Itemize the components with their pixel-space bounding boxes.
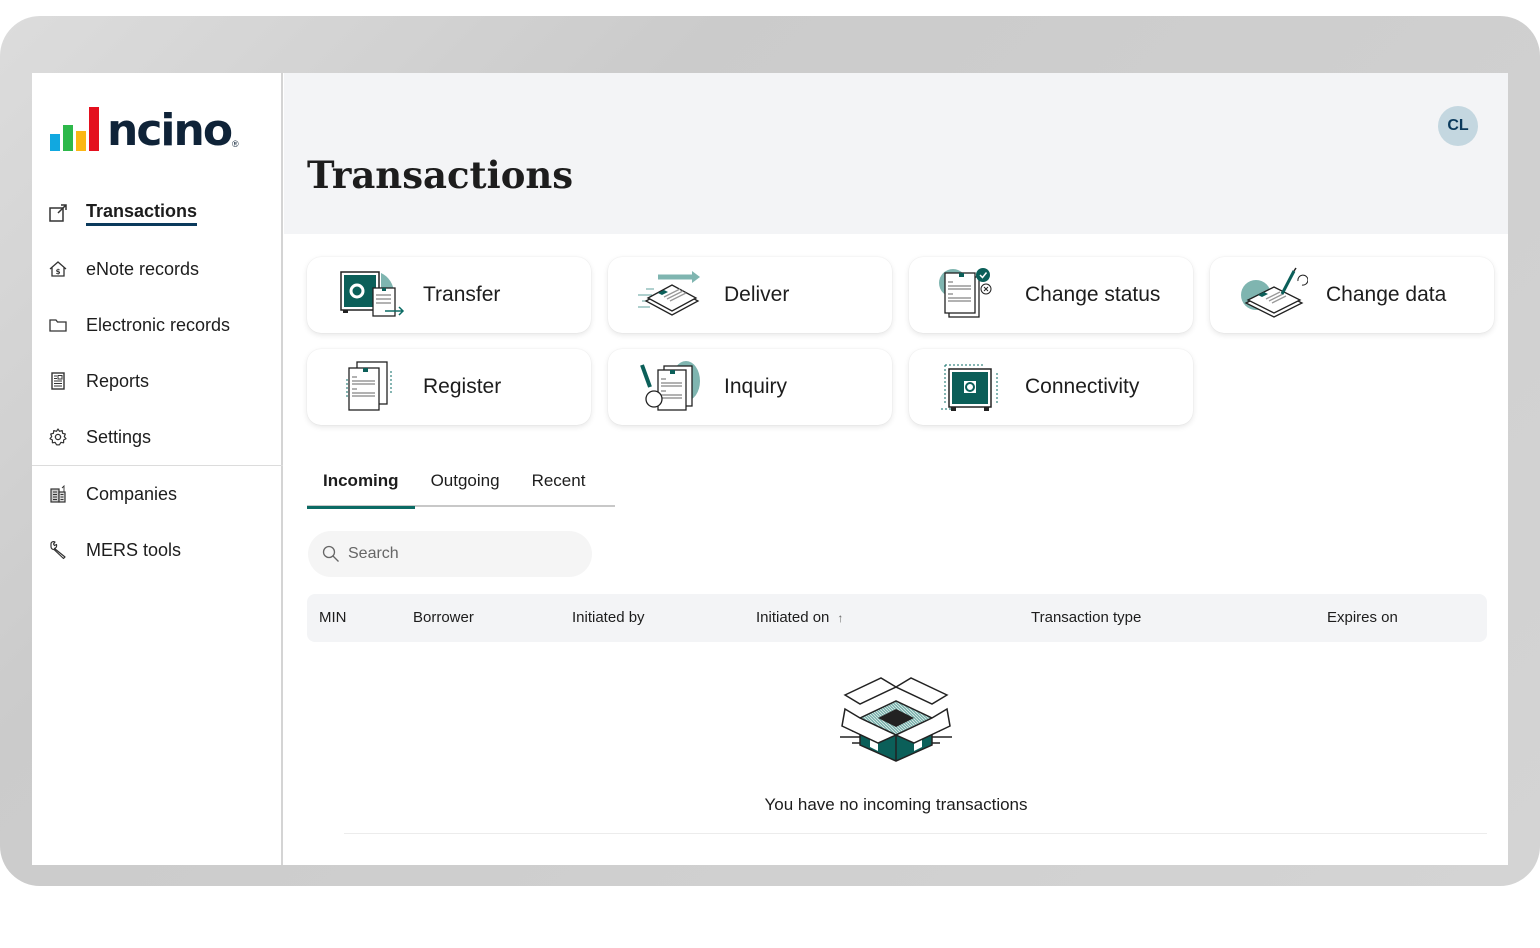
sidebar-item-label: Companies [86, 483, 178, 504]
change-data-icon [1241, 267, 1308, 318]
sidebar-nav: Transactions $ eNote records Electronic … [32, 185, 283, 578]
column-header-borrower[interactable]: Borrower [413, 594, 474, 642]
inquiry-card[interactable]: Inquiry [608, 349, 892, 425]
house-dollar-icon: $ [48, 259, 68, 279]
sidebar-item-label: Settings [86, 426, 152, 447]
change-status-icon [939, 268, 992, 318]
column-header-transaction-type[interactable]: Transaction type [1031, 594, 1141, 642]
column-header-initiated-by[interactable]: Initiated by [572, 594, 645, 642]
sidebar-item-label: MERS tools [86, 539, 182, 560]
transfer-card[interactable]: Transfer [307, 257, 591, 333]
logo-bar-yellow [76, 131, 86, 151]
svg-text:$: $ [56, 268, 61, 276]
sidebar-item-reports[interactable]: Reports [32, 353, 283, 409]
table-bottom-divider [344, 833, 1487, 834]
sidebar-item-label: Electronic records [86, 314, 231, 335]
sidebar-item-electronic-records[interactable]: Electronic records [32, 297, 283, 353]
register-document-icon [346, 361, 392, 411]
logo-bar-green [63, 125, 73, 151]
card-label: Register [423, 375, 502, 398]
deliver-card[interactable]: Deliver [608, 257, 892, 333]
tab-incoming[interactable]: Incoming [307, 465, 415, 509]
search-icon [322, 545, 339, 562]
sidebar-item-mers-tools[interactable]: MERS tools [32, 522, 283, 578]
sidebar: ncino ® Transactions $ eNote records Ele… [32, 73, 283, 865]
inquiry-magnifier-icon [640, 361, 700, 411]
ncino-logo[interactable]: ncino ® [50, 105, 239, 156]
logo-bar-blue [50, 134, 60, 151]
gear-icon [48, 427, 68, 447]
deliver-document-icon [638, 271, 700, 316]
sidebar-item-settings[interactable]: Settings [32, 409, 283, 465]
search-input[interactable] [348, 545, 568, 563]
column-header-initiated-on[interactable]: Initiated on ↑ [756, 594, 843, 642]
sidebar-item-enote-records[interactable]: $ eNote records [32, 241, 283, 297]
change-status-card[interactable]: Change status [909, 257, 1193, 333]
sidebar-item-label: eNote records [86, 258, 200, 279]
vault-transfer-icon [340, 271, 405, 317]
logo-bar-red [89, 107, 99, 151]
external-link-icon [48, 203, 68, 223]
tab-outgoing[interactable]: Outgoing [415, 465, 516, 507]
sidebar-item-label: Transactions [86, 201, 198, 226]
card-label: Deliver [724, 283, 790, 306]
column-header-expires-on[interactable]: Expires on [1327, 594, 1398, 642]
avatar[interactable]: CL [1438, 106, 1478, 146]
sort-ascending-icon: ↑ [837, 611, 844, 625]
transaction-tabs: Incoming Outgoing Recent [307, 465, 615, 509]
connectivity-vault-icon [941, 364, 998, 411]
card-label: Inquiry [724, 375, 788, 398]
connectivity-card[interactable]: Connectivity [909, 349, 1193, 425]
table-header: MIN Borrower Initiated by Initiated on ↑ … [307, 594, 1487, 642]
folder-icon [48, 315, 68, 335]
device-frame: ncino ® Transactions $ eNote records Ele… [0, 16, 1540, 886]
main-content: Transactions CL Transfer Deliver Change … [284, 73, 1508, 865]
register-card[interactable]: Register [307, 349, 591, 425]
registered-mark: ® [232, 139, 239, 149]
app-screen: ncino ® Transactions $ eNote records Ele… [32, 73, 1508, 865]
card-label: Connectivity [1025, 375, 1140, 398]
open-box-icon [840, 677, 952, 762]
card-label: Transfer [423, 283, 501, 306]
card-label: Change status [1025, 283, 1161, 306]
column-header-label: Initiated on [756, 609, 830, 626]
report-icon [48, 371, 68, 391]
column-header-min[interactable]: MIN [319, 594, 347, 642]
card-label: Change data [1326, 283, 1447, 306]
sidebar-item-label: Reports [86, 370, 150, 391]
page-title: Transactions [307, 153, 574, 197]
tab-recent[interactable]: Recent [516, 465, 602, 507]
search-box [308, 531, 592, 577]
sidebar-item-companies[interactable]: Companies [32, 466, 283, 522]
empty-state-message: You have no incoming transactions [764, 795, 1028, 814]
page-header: Transactions CL [284, 73, 1508, 234]
sidebar-item-transactions[interactable]: Transactions [32, 185, 283, 241]
building-icon [48, 484, 68, 504]
logo-wordmark: ncino [107, 105, 233, 156]
change-data-card[interactable]: Change data [1210, 257, 1494, 333]
wrench-icon [48, 540, 68, 560]
